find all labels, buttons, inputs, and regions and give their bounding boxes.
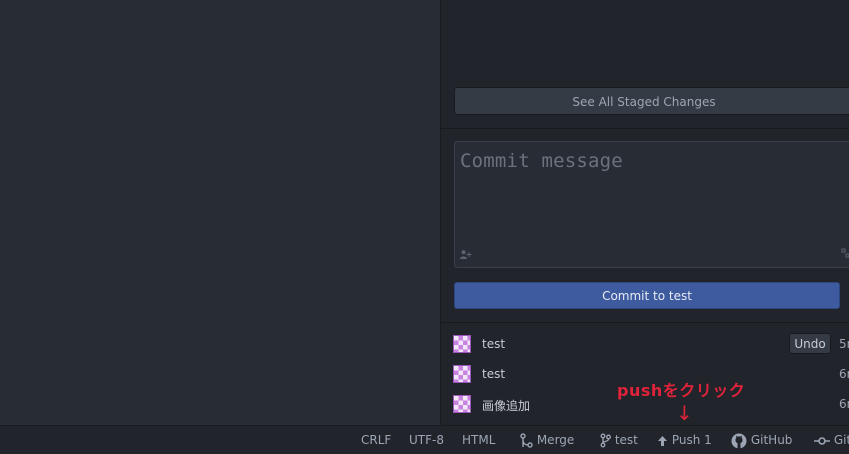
git-commit-icon [814,433,834,447]
commit-row[interactable]: test Undo 5r [441,330,849,360]
merge-status[interactable]: Merge [520,426,574,454]
commit-message-placeholder: Commit message [460,150,623,172]
commit-time: 6r [839,367,849,381]
commit-time: 6r [839,397,849,411]
commit-time: 5r [839,337,849,351]
staged-changes-area: See All Staged Changes [441,0,849,129]
branch-label: test [614,433,638,447]
commit-title: 画像追加 [482,399,531,413]
merge-icon [520,433,537,448]
git-label: Git [833,433,849,447]
app-window: See All Staged Changes Commit message Co… [0,0,849,454]
commit-options-icon[interactable] [841,248,849,261]
undo-button[interactable]: Undo [789,333,831,354]
commit-title: test [482,337,506,351]
line-ending-status[interactable]: CRLF [361,426,391,454]
avatar [453,335,471,353]
commit-button[interactable]: Commit to test [454,282,840,309]
see-all-staged-changes-button[interactable]: See All Staged Changes [454,87,849,115]
annotation-arrow-icon: ↓ [676,401,693,425]
grammar-status[interactable]: HTML [462,426,495,454]
annotation-label: pushをクリック [617,381,746,400]
github-icon [731,433,751,448]
add-user-icon[interactable] [460,250,472,262]
status-bar: CRLF UTF-8 HTML Merge test Push 1 GitHub… [0,425,849,454]
merge-label: Merge [536,433,575,447]
branch-status[interactable]: test [600,426,638,454]
editor-pane[interactable] [0,0,440,425]
push-status[interactable]: Push 1 [657,426,712,454]
encoding-status[interactable]: UTF-8 [409,426,444,454]
recent-commits-list: test Undo 5r test 6r 画像追加 6r [441,330,849,420]
avatar [453,365,471,383]
branch-icon [600,433,615,448]
avatar [453,395,471,413]
push-label: Push 1 [671,433,712,447]
github-label: GitHub [750,433,793,447]
git-tab-button[interactable]: Git [814,426,849,454]
commit-title: test [482,367,506,381]
divider [441,322,849,323]
git-panel: See All Staged Changes Commit message Co… [440,0,849,425]
commit-message-editor[interactable]: Commit message [454,141,849,268]
github-tab-button[interactable]: GitHub [731,426,792,454]
arrow-up-icon [657,433,672,447]
